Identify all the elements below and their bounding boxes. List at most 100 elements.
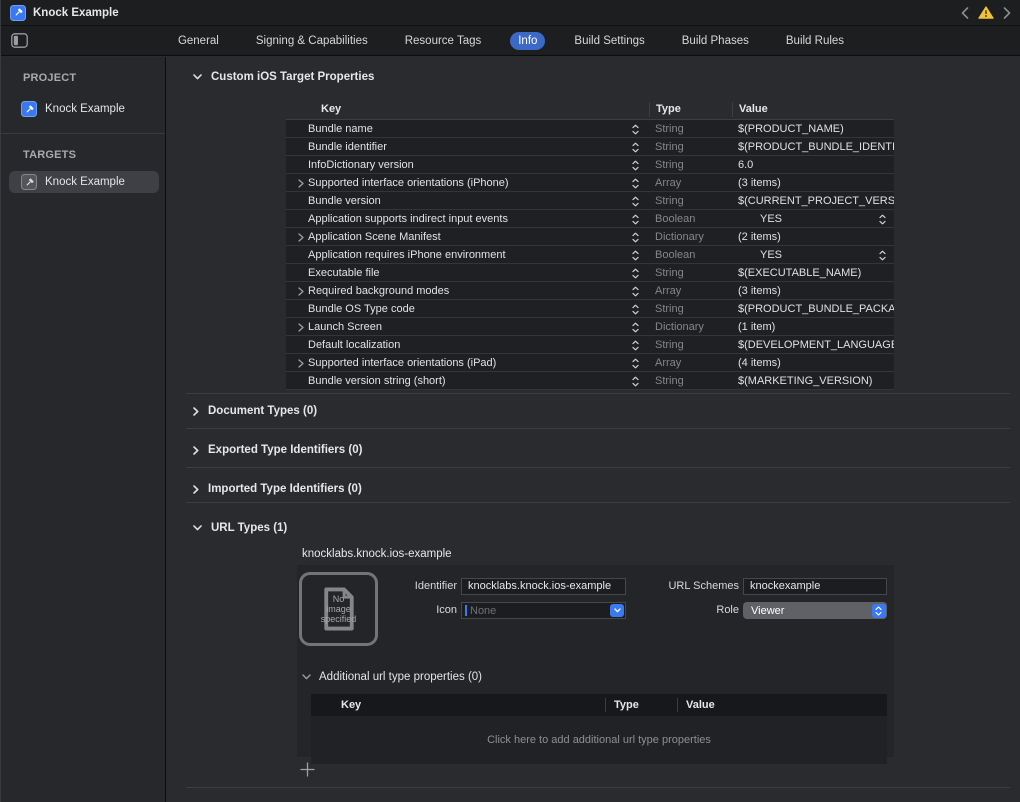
key-stepper-icon[interactable] [632, 340, 639, 351]
row-value[interactable]: $(PRODUCT_BUNDLE_PACKAGE_TYPE) [732, 300, 894, 318]
row-value[interactable]: YES [732, 210, 894, 228]
key-stepper-icon[interactable] [632, 196, 639, 207]
row-type: Array [649, 174, 732, 192]
tab-info[interactable]: Info [510, 32, 545, 50]
add-properties-placeholder[interactable]: Click here to add additional url type pr… [311, 716, 887, 764]
additional-properties-table: Key Type Value Click here to add additio… [311, 694, 887, 764]
value-stepper-icon[interactable] [879, 250, 886, 261]
table-row[interactable]: Supported interface orientations (iPad)A… [286, 354, 894, 372]
table-row[interactable]: Application Scene ManifestDictionary(2 i… [286, 228, 894, 246]
key-stepper-icon[interactable] [632, 178, 639, 189]
tab-build-settings[interactable]: Build Settings [566, 32, 652, 50]
key-stepper-icon[interactable] [632, 214, 639, 225]
table-row[interactable]: Bundle versionString$(CURRENT_PROJECT_VE… [286, 192, 894, 210]
editor-tab-bar: General Signing & Capabilities Resource Ta… [1, 26, 1020, 56]
add-url-type-button[interactable] [299, 761, 315, 777]
row-value[interactable]: $(EXECUTABLE_NAME) [732, 264, 894, 282]
key-stepper-icon[interactable] [632, 286, 639, 297]
table-row[interactable]: Launch ScreenDictionary(1 item) [286, 318, 894, 336]
identifier-field[interactable]: knocklabs.knock.ios-example [461, 578, 626, 595]
row-value[interactable]: (3 items) [732, 282, 894, 300]
key-stepper-icon[interactable] [632, 322, 639, 333]
row-value[interactable]: (1 item) [732, 318, 894, 336]
row-value[interactable]: $(MARKETING_VERSION) [732, 372, 894, 390]
disclosure-chevron-icon[interactable] [294, 287, 308, 296]
disclosure-chevron-icon[interactable] [294, 233, 308, 242]
sidebar-divider [1, 133, 165, 134]
row-key: Required background modes [308, 285, 449, 297]
table-row[interactable]: Bundle version string (short)String$(MAR… [286, 372, 894, 390]
row-key: Supported interface orientations (iPad) [308, 357, 496, 369]
sidebar-toggle-icon[interactable] [11, 33, 28, 48]
warning-icon[interactable] [978, 6, 994, 19]
combobox-dropdown-icon[interactable] [610, 604, 624, 617]
section-url-types[interactable]: URL Types (1) [193, 520, 287, 536]
row-type: Boolean [649, 246, 732, 264]
table-row[interactable]: Application requires iPhone environmentB… [286, 246, 894, 264]
popup-stepper-icon [872, 604, 886, 618]
section-exported-type-identifiers[interactable]: Exported Type Identifiers (0) [193, 442, 362, 458]
role-popup[interactable]: Viewer [743, 602, 887, 619]
row-key: Bundle version string (short) [308, 375, 446, 387]
sidebar-item-target[interactable]: Knock Example [9, 171, 159, 193]
tab-resource-tags[interactable]: Resource Tags [397, 32, 490, 50]
row-value[interactable]: (4 items) [732, 354, 894, 372]
forward-button[interactable] [1003, 7, 1011, 19]
key-stepper-icon[interactable] [632, 124, 639, 135]
key-stepper-icon[interactable] [632, 142, 639, 153]
sidebar-target-name: Knock Example [45, 176, 125, 188]
icon-combobox[interactable]: None [461, 602, 626, 619]
table-row[interactable]: Bundle identifierString$(PRODUCT_BUNDLE_… [286, 138, 894, 156]
row-value[interactable]: $(PRODUCT_NAME) [732, 120, 894, 138]
tab-signing-capabilities[interactable]: Signing & Capabilities [248, 32, 376, 50]
table-row[interactable]: Bundle nameString$(PRODUCT_NAME) [286, 120, 894, 138]
chevron-right-icon [193, 446, 199, 455]
row-value[interactable]: (3 items) [732, 174, 894, 192]
section-custom-ios-target-properties[interactable]: Custom iOS Target Properties [193, 69, 374, 85]
row-type: Dictionary [649, 318, 732, 336]
row-key: Executable file [308, 267, 380, 279]
sidebar-project-name: Knock Example [45, 103, 125, 115]
chevron-right-icon [193, 485, 199, 494]
custom-properties-table: Key Type Value Bundle nameString$(PRODUC… [286, 99, 894, 390]
row-value[interactable]: $(PRODUCT_BUNDLE_IDENTIFIER) [732, 138, 894, 156]
key-stepper-icon[interactable] [632, 160, 639, 171]
key-stepper-icon[interactable] [632, 304, 639, 315]
section-divider [186, 787, 1010, 788]
value-stepper-icon[interactable] [879, 214, 886, 225]
identifier-label: Identifier [385, 578, 457, 595]
url-type-image-well[interactable]: No image specified [299, 572, 378, 646]
disclosure-chevron-icon[interactable] [294, 179, 308, 188]
row-value[interactable]: (2 items) [732, 228, 894, 246]
key-stepper-icon[interactable] [632, 268, 639, 279]
row-value[interactable]: $(DEVELOPMENT_LANGUAGE) [732, 336, 894, 354]
table-row[interactable]: Bundle OS Type codeString$(PRODUCT_BUNDL… [286, 300, 894, 318]
disclosure-chevron-icon[interactable] [294, 323, 308, 332]
window-title: Knock Example [33, 7, 119, 19]
tab-build-rules[interactable]: Build Rules [778, 32, 852, 50]
key-stepper-icon[interactable] [632, 250, 639, 261]
row-value[interactable]: 6.0 [732, 156, 894, 174]
sidebar-item-project[interactable]: Knock Example [9, 98, 159, 120]
additional-url-properties-header[interactable]: Additional url type properties (0) [302, 671, 482, 683]
table-row[interactable]: Supported interface orientations (iPhone… [286, 174, 894, 192]
row-value[interactable]: YES [732, 246, 894, 264]
back-button[interactable] [961, 7, 969, 19]
row-value[interactable]: $(CURRENT_PROJECT_VERSION) [732, 192, 894, 210]
section-document-types[interactable]: Document Types (0) [193, 403, 317, 419]
url-schemes-field[interactable]: knockexample [743, 578, 887, 595]
table-row[interactable]: InfoDictionary versionString6.0 [286, 156, 894, 174]
key-stepper-icon[interactable] [632, 376, 639, 387]
table-row[interactable]: Default localizationString$(DEVELOPMENT_… [286, 336, 894, 354]
table-row[interactable]: Application supports indirect input even… [286, 210, 894, 228]
tab-build-phases[interactable]: Build Phases [674, 32, 757, 50]
key-stepper-icon[interactable] [632, 358, 639, 369]
table-row[interactable]: Executable fileString$(EXECUTABLE_NAME) [286, 264, 894, 282]
section-imported-type-identifiers[interactable]: Imported Type Identifiers (0) [193, 481, 362, 497]
disclosure-chevron-icon[interactable] [294, 359, 308, 368]
table-row[interactable]: Required background modesArray(3 items) [286, 282, 894, 300]
chevron-down-icon [302, 674, 311, 680]
project-section-label: PROJECT [23, 72, 76, 84]
tab-general[interactable]: General [170, 32, 227, 50]
key-stepper-icon[interactable] [632, 232, 639, 243]
